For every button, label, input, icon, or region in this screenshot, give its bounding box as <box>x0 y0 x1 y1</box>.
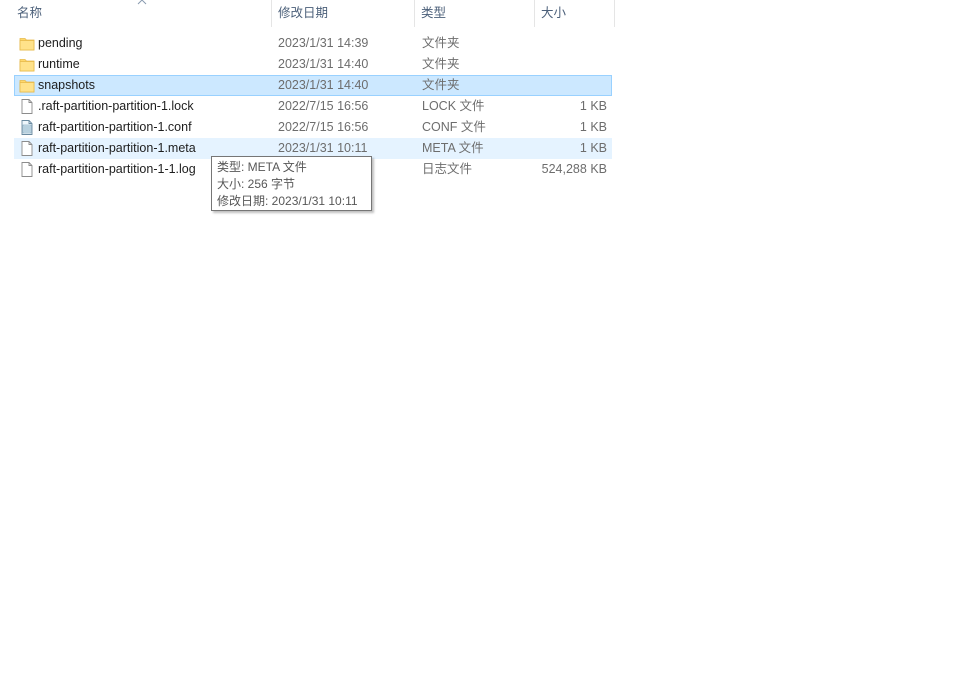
file-size: 1 KB <box>579 99 607 113</box>
file-modified-date: 2023/1/31 14:40 <box>278 78 369 92</box>
column-divider[interactable] <box>414 0 415 27</box>
tooltip-size: 大小: 256 字节 <box>217 177 296 191</box>
file-modified-date: 2023/1/31 14:40 <box>278 57 369 71</box>
column-header-bar: 名称 修改日期 类型 大小 <box>0 0 616 27</box>
folder-icon <box>19 35 35 52</box>
file-modified-date: 2022/7/15 16:56 <box>278 99 369 113</box>
column-header-size[interactable]: 大小 <box>536 0 616 27</box>
file-type: LOCK 文件 <box>422 99 485 113</box>
file-type: 日志文件 <box>422 162 473 176</box>
column-header-type[interactable]: 类型 <box>416 0 534 27</box>
column-header-date[interactable]: 修改日期 <box>273 0 414 27</box>
tooltip-date: 修改日期: 2023/1/31 10:11 <box>217 194 358 208</box>
file-name: raft-partition-partition-1.meta <box>38 141 196 155</box>
file-modified-date: 2023/1/31 14:39 <box>278 36 369 50</box>
file-row[interactable]: runtime 2023/1/31 14:40 文件夹 <box>14 54 612 75</box>
file-type: 文件夹 <box>422 78 460 92</box>
file-icon <box>19 140 35 157</box>
file-size: 524,288 KB <box>541 162 607 176</box>
file-row[interactable]: raft-partition-partition-1.conf 2022/7/15… <box>14 117 612 138</box>
config-file-icon <box>19 119 35 136</box>
file-type: META 文件 <box>422 141 484 155</box>
file-row[interactable]: snapshots 2023/1/31 14:40 文件夹 <box>14 75 612 96</box>
file-info-tooltip: 类型: META 文件 大小: 256 字节 修改日期: 2023/1/31 1… <box>211 156 372 211</box>
file-row[interactable]: .raft-partition-partition-1.lock 2022/7/1… <box>14 96 612 117</box>
file-name: .raft-partition-partition-1.lock <box>38 99 194 113</box>
column-divider[interactable] <box>271 0 272 27</box>
folder-icon <box>19 56 35 73</box>
file-row[interactable]: pending 2023/1/31 14:39 文件夹 <box>14 33 612 54</box>
file-list-view: 名称 修改日期 类型 大小 pending 2023/1/31 14:39 文件夹 r… <box>0 0 973 683</box>
tooltip-type: 类型: META 文件 <box>217 160 307 174</box>
file-type: 文件夹 <box>422 36 460 50</box>
folder-icon <box>19 77 35 94</box>
file-name: raft-partition-partition-1-1.log <box>38 162 196 176</box>
file-name: raft-partition-partition-1.conf <box>38 120 192 134</box>
file-name: runtime <box>38 57 80 71</box>
file-type: CONF 文件 <box>422 120 486 134</box>
file-type: 文件夹 <box>422 57 460 71</box>
column-divider[interactable] <box>614 0 615 27</box>
file-modified-date: 2022/7/15 16:56 <box>278 120 369 134</box>
file-size: 1 KB <box>579 120 607 134</box>
file-icon <box>19 161 35 178</box>
file-size: 1 KB <box>579 141 607 155</box>
file-name: pending <box>38 36 83 50</box>
file-icon <box>19 98 35 115</box>
chevron-up-icon <box>137 0 147 5</box>
column-divider[interactable] <box>534 0 535 27</box>
file-name: snapshots <box>38 78 95 92</box>
